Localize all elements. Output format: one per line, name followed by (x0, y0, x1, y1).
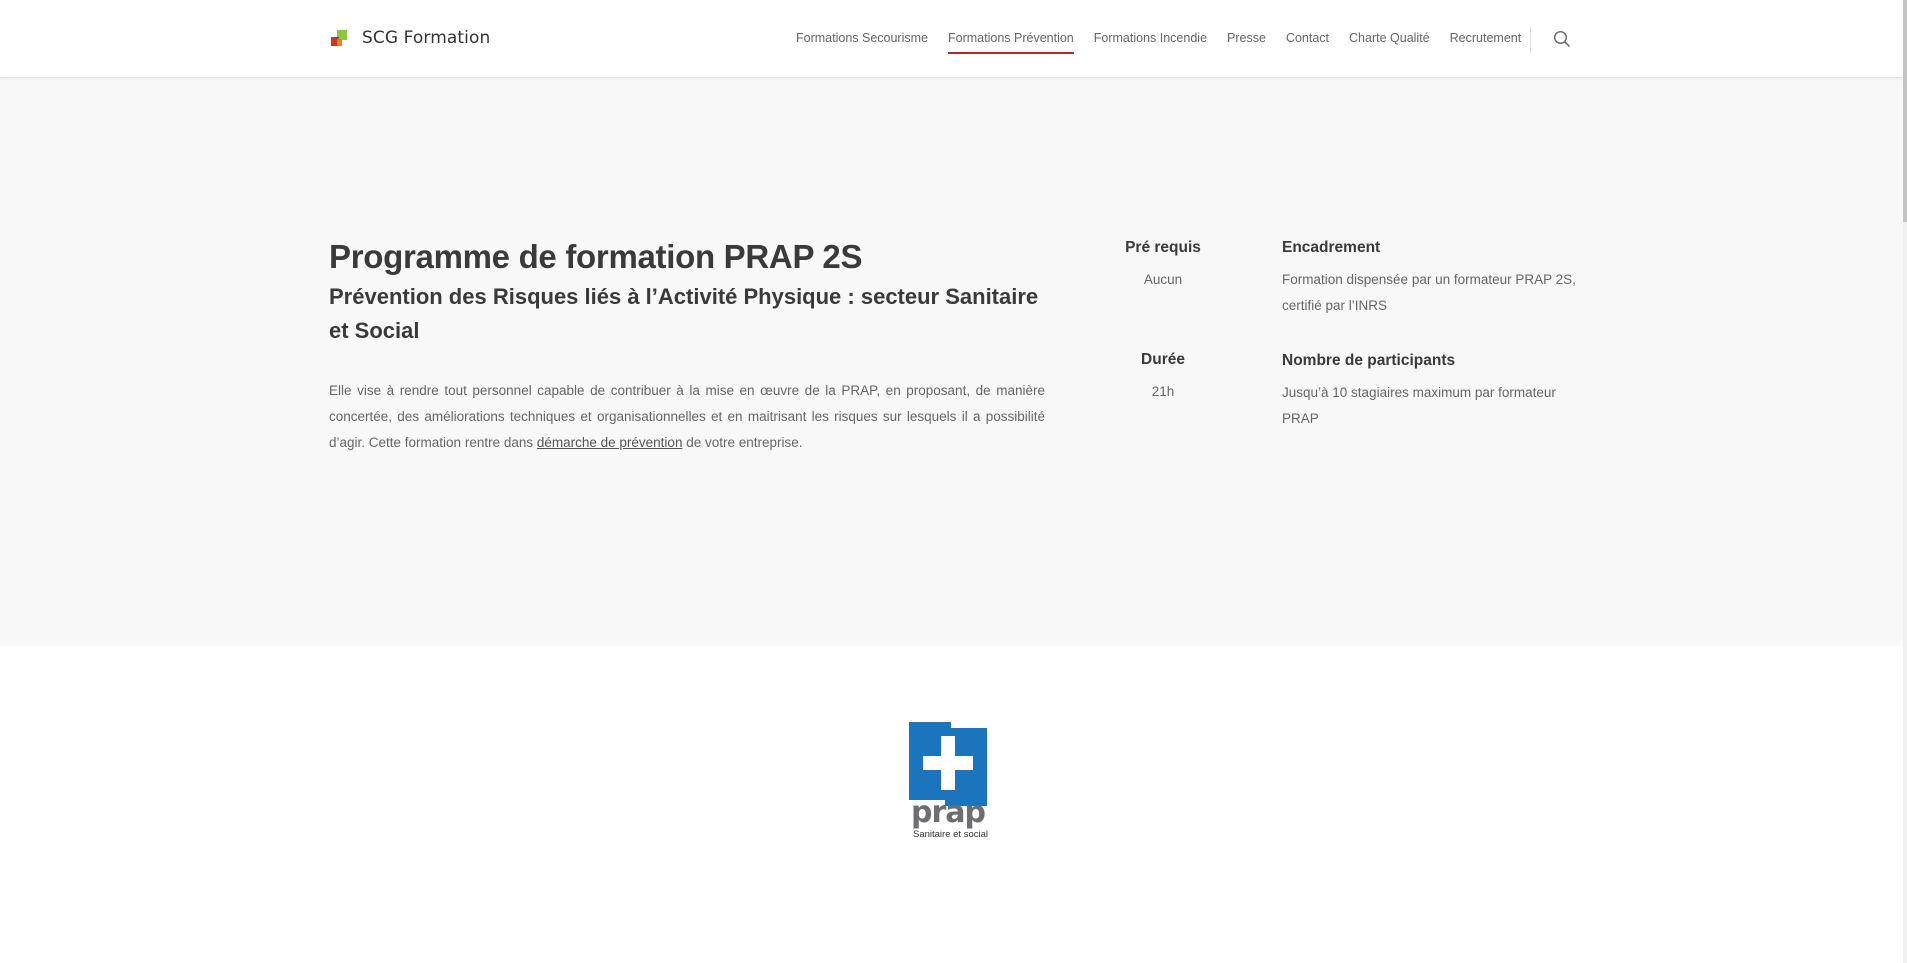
search-icon[interactable] (1553, 30, 1573, 50)
prap-logo-word: prap (911, 795, 986, 830)
page-scrollbar[interactable] (1903, 0, 1907, 963)
participants-label: Nombre de participants (1282, 352, 1456, 369)
page-subtitle: Prévention des Risques liés à l’Activité… (329, 284, 1039, 343)
site-header: SCG Formation Formations Secourisme Form… (0, 0, 1903, 78)
demarche-prevention-link[interactable]: démarche de prévention (537, 435, 683, 450)
scrollbar-thumb[interactable] (1903, 0, 1907, 222)
brand-name: SCG Formation (362, 28, 491, 48)
nav-item-contact[interactable]: Contact (1286, 31, 1329, 45)
hero-section (0, 78, 1903, 646)
participants-value: Jusqu’à 10 stagiaires maximum par format… (1282, 385, 1556, 426)
encadrement-value: Formation dispensée par un formateur PRA… (1282, 272, 1576, 313)
description-text-end: de votre entreprise. (682, 435, 803, 450)
nav-item-recrutement[interactable]: Recrutement (1450, 31, 1522, 45)
brand-link[interactable]: SCG Formation (330, 26, 490, 50)
nav-item-formations-secourisme[interactable]: Formations Secourisme (796, 31, 928, 45)
formation-description: Elle vise à rendre tout personnel capabl… (329, 378, 1045, 456)
prap-logo: prap Sanitaire et social (909, 722, 993, 840)
prerequis-label: Pré requis (1125, 239, 1201, 256)
encadrement-label: Encadrement (1282, 239, 1381, 256)
page-title: Programme de formation PRAP 2S (329, 238, 863, 275)
nav-item-charte-qualite[interactable]: Charte Qualité (1349, 31, 1430, 45)
prerequis-value: Aucun (1143, 272, 1183, 287)
main-nav: Formations Secourisme Formations Prévent… (796, 31, 1541, 54)
nav-item-formations-incendie[interactable]: Formations Incendie (1094, 31, 1207, 45)
duree-value: 21h (1151, 384, 1175, 399)
nav-item-formations-prevention[interactable]: Formations Prévention (948, 31, 1074, 54)
duree-label: Durée (1141, 351, 1185, 368)
brand-logo-icon (330, 29, 348, 47)
prap-logo-subtitle: Sanitaire et social (913, 829, 988, 840)
nav-divider (1530, 27, 1531, 53)
nav-item-presse[interactable]: Presse (1227, 31, 1266, 45)
